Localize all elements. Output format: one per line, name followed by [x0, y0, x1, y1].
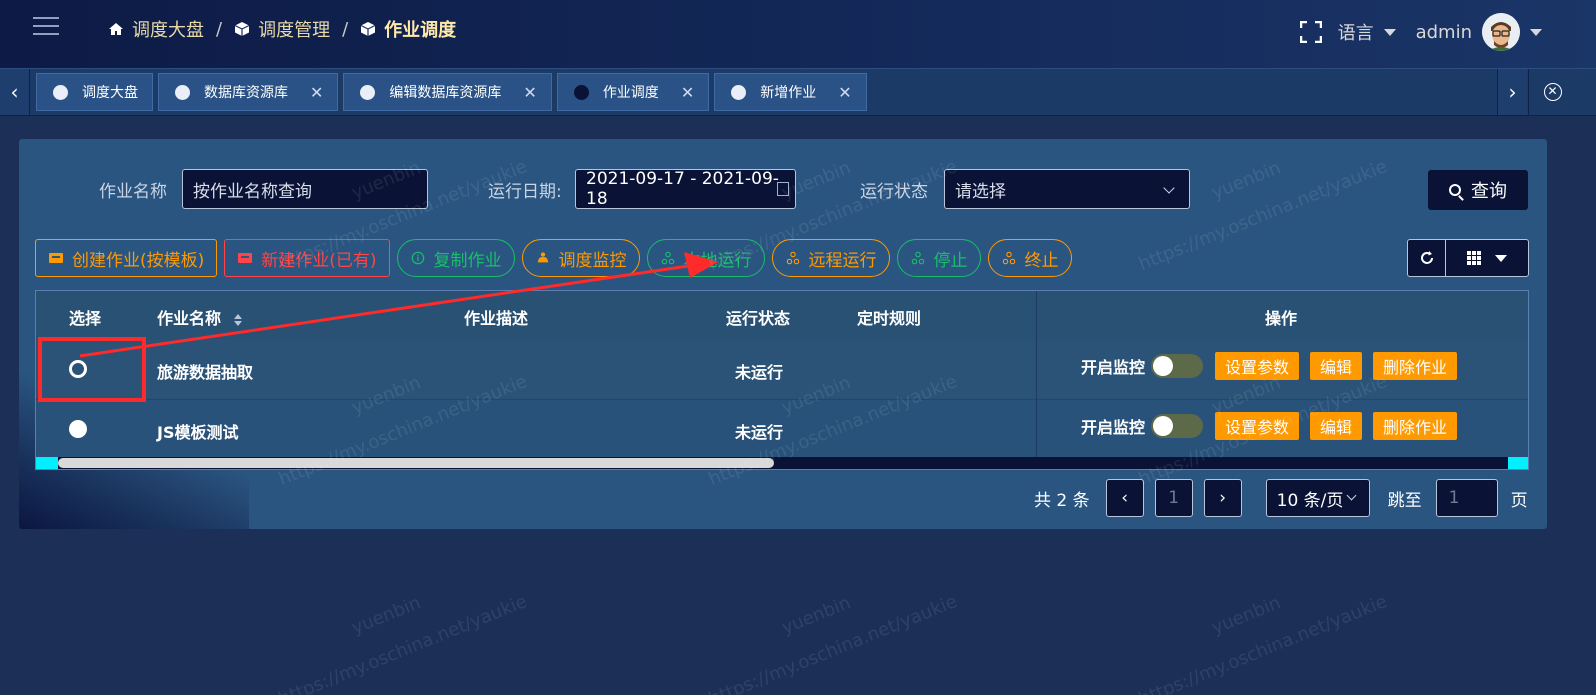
page-unit-label: 页 — [1510, 490, 1528, 511]
pagination: 共 2 条 ‹ 1 › 10 条/页 跳至 1 页 — [1034, 478, 1528, 518]
next-page-button[interactable]: › — [1203, 479, 1242, 517]
jump-page-input[interactable]: 1 — [1435, 479, 1498, 517]
page-number-button[interactable]: 1 — [1154, 479, 1193, 517]
prev-page-button[interactable]: ‹ — [1105, 479, 1144, 517]
page-size-value: 10 条/页 — [1276, 490, 1344, 511]
jump-label: 跳至 — [1387, 490, 1422, 511]
page-size-select[interactable]: 10 条/页 — [1265, 479, 1370, 517]
annotation-arrow-icon — [79, 252, 718, 358]
total-count: 共 2 条 — [1034, 490, 1090, 511]
chevron-down-icon — [1346, 490, 1357, 501]
